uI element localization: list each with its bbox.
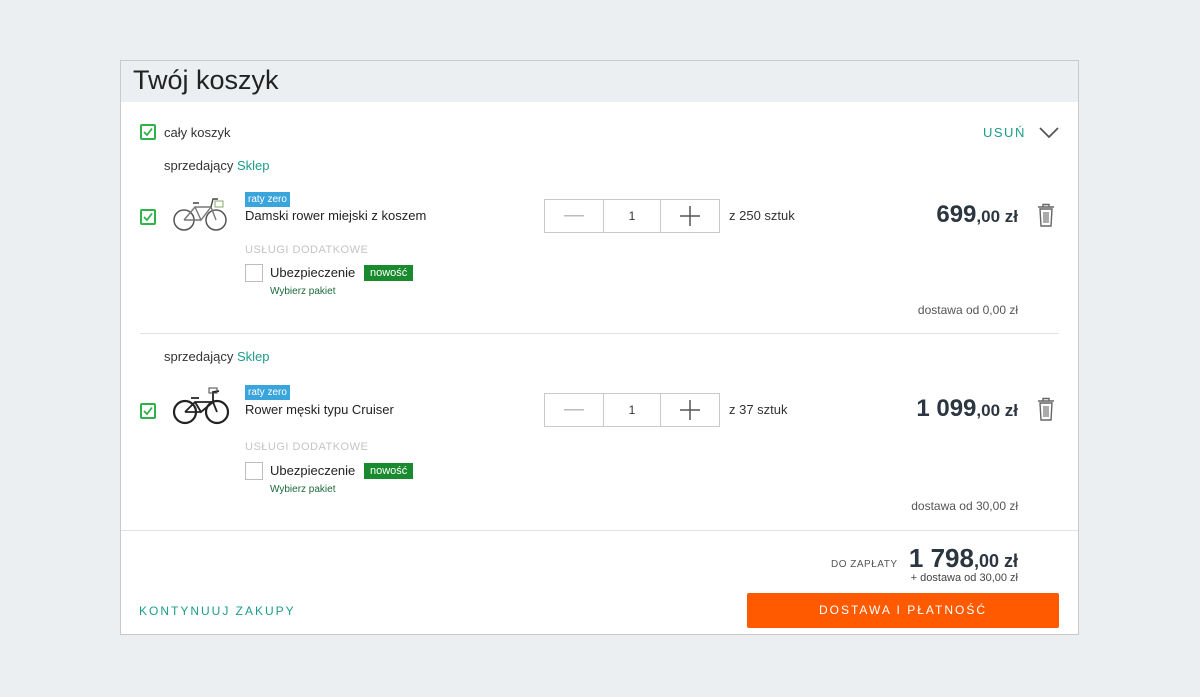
check-icon — [143, 127, 153, 137]
insurance-label: Ubezpieczenie — [270, 463, 356, 478]
bicycle-image — [172, 387, 230, 425]
plus-icon — [680, 206, 700, 226]
continue-shopping-link[interactable]: KONTYNUUJ ZAKUPY — [139, 604, 296, 618]
total-integer: 1 798 — [908, 543, 974, 573]
price-decimal: ,00 zł — [976, 401, 1018, 420]
select-all-checkbox[interactable] — [140, 124, 156, 140]
price-decimal: ,00 zł — [976, 207, 1018, 226]
quantity-input[interactable]: 1 — [603, 200, 661, 232]
new-badge: nowość — [364, 265, 414, 281]
insurance-checkbox[interactable] — [245, 264, 263, 282]
delivery-info: dostawa od 30,00 zł — [911, 499, 1018, 513]
raty-zero-badge: raty zero — [245, 192, 290, 207]
decrease-button[interactable] — [545, 200, 603, 232]
services-header: USŁUGI DODATKOWE — [245, 441, 369, 453]
price-integer: 699 — [936, 201, 977, 228]
price-integer: 1 099 — [916, 395, 977, 422]
cart-header: Twój koszyk — [121, 61, 1078, 102]
trash-icon[interactable] — [1037, 203, 1055, 227]
minus-icon — [564, 215, 584, 217]
seller-link[interactable]: Sklep — [237, 158, 270, 173]
item-price: 1 099,00 zł — [916, 395, 1018, 423]
to-pay-label: DO ZAPŁATY — [831, 559, 898, 570]
total-decimal: ,00 zł — [973, 551, 1018, 571]
delivery-info: dostawa od 0,00 zł — [917, 303, 1018, 317]
minus-icon — [564, 409, 584, 411]
insurance-checkbox[interactable] — [245, 462, 263, 480]
seller-prefix: sprzedający — [164, 158, 234, 173]
increase-button[interactable] — [661, 200, 719, 232]
plus-icon — [680, 400, 700, 420]
pick-package-link[interactable]: Wybierz pakiet — [270, 286, 336, 297]
stock-info: z 250 sztuk — [729, 208, 795, 223]
divider — [121, 530, 1078, 531]
seller-prefix: sprzedający — [164, 349, 234, 364]
total-amount: 1 798,00 zł — [909, 543, 1018, 574]
services-header: USŁUGI DODATKOWE — [245, 244, 369, 256]
pick-package-link[interactable]: Wybierz pakiet — [270, 484, 336, 495]
divider — [140, 333, 1059, 334]
seller-info: sprzedający Sklep — [164, 349, 270, 364]
seller-info: sprzedający Sklep — [164, 158, 270, 173]
remove-button[interactable]: USUŃ — [983, 125, 1026, 140]
bicycle-image — [173, 198, 227, 231]
item-name[interactable]: Rower męski typu Cruiser — [245, 402, 394, 417]
chevron-down-icon[interactable] — [1039, 127, 1059, 139]
item-price: 699,00 zł — [936, 201, 1018, 229]
insurance-label: Ubezpieczenie — [270, 265, 356, 280]
page-title: Twój koszyk — [133, 65, 279, 95]
check-icon — [143, 212, 153, 222]
quantity-input[interactable]: 1 — [603, 394, 661, 426]
seller-link[interactable]: Sklep — [237, 349, 270, 364]
cart-panel: Twój koszyk cały koszyk USUŃ sprzedający… — [120, 60, 1079, 635]
increase-button[interactable] — [661, 394, 719, 426]
raty-zero-badge: raty zero — [245, 385, 290, 400]
trash-icon[interactable] — [1037, 397, 1055, 421]
item-name[interactable]: Damski rower miejski z koszem — [245, 208, 426, 223]
checkout-button[interactable]: DOSTAWA I PŁATNOŚĆ — [747, 593, 1059, 628]
item-checkbox[interactable] — [140, 209, 156, 225]
select-all-label: cały koszyk — [164, 125, 231, 140]
total-delivery-note: + dostawa od 30,00 zł — [910, 572, 1018, 584]
decrease-button[interactable] — [545, 394, 603, 426]
check-icon — [143, 406, 153, 416]
item-checkbox[interactable] — [140, 403, 156, 419]
new-badge: nowość — [364, 463, 414, 479]
quantity-stepper: 1 — [544, 393, 720, 427]
quantity-stepper: 1 — [544, 199, 720, 233]
stock-info: z 37 sztuk — [729, 402, 788, 417]
